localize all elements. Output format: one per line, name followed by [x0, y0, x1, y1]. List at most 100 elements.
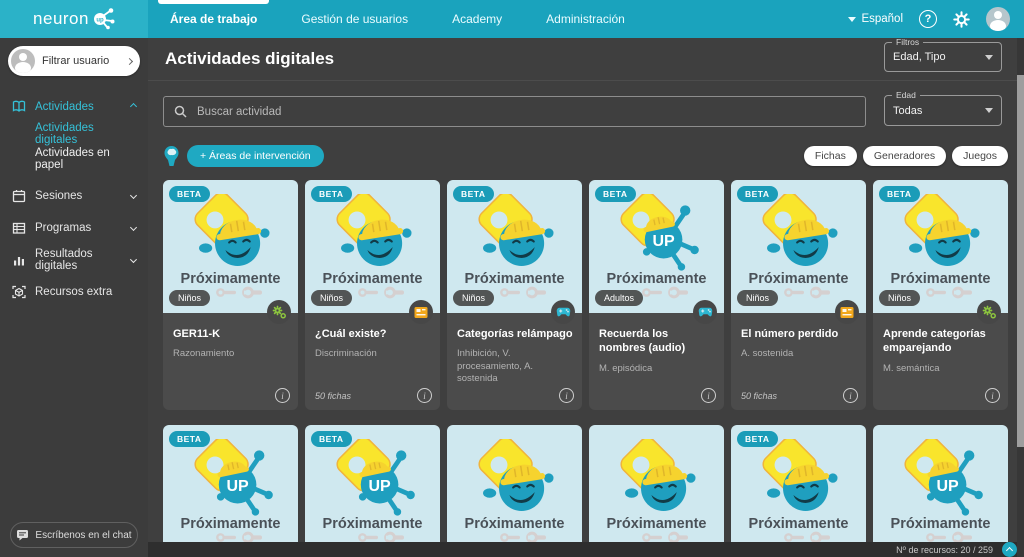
svg-text:up: up — [96, 18, 104, 24]
tab-area-de-trabajo[interactable]: Área de trabajo — [148, 0, 279, 38]
info-icon[interactable]: i — [559, 388, 574, 403]
card-info: Categorías relámpago Inhibición, V. proc… — [447, 313, 582, 410]
user-avatar[interactable] — [986, 7, 1010, 31]
scrollbar-thumb[interactable] — [1017, 75, 1024, 447]
mascot-face-illustration — [610, 439, 704, 524]
mascot-up-logo-illustration: UP — [610, 194, 704, 279]
tab-academy[interactable]: Academy — [430, 0, 524, 38]
activity-card[interactable]: BETA — [305, 425, 440, 557]
table-icon — [12, 221, 26, 235]
sidebar-item-recursos-extra[interactable]: Recursos extra — [0, 279, 148, 304]
logo[interactable]: neuron up — [0, 0, 148, 38]
cards-row-2: BETA — [163, 425, 1008, 557]
activity-card[interactable]: BETA — [163, 180, 298, 410]
search-bar — [163, 96, 866, 127]
fichas-button[interactable]: Fichas — [804, 146, 857, 166]
mascot-face-illustration — [894, 194, 988, 279]
activity-card[interactable]: UP Próximamente — [589, 425, 724, 557]
mascot-face-illustration — [752, 194, 846, 279]
help-icon[interactable]: ? — [919, 10, 937, 28]
svg-text:UP: UP — [936, 478, 959, 495]
activity-card[interactable]: UP Próximamente — [873, 425, 1008, 557]
activity-card[interactable]: BETA — [873, 180, 1008, 410]
card-image: BETA — [163, 180, 298, 313]
sidebar-item-resultados-digitales[interactable]: Resultados digitales — [0, 247, 148, 272]
svg-text:UP: UP — [368, 478, 391, 495]
activity-type-badge — [551, 300, 575, 324]
chat-bubble-icon — [16, 529, 29, 541]
mascot-up-logo-illustration: UP — [326, 439, 420, 524]
sidebar-item-sesiones[interactable]: Sesiones — [0, 183, 148, 208]
sidebar: Filtrar usuario Actividades Actividades … — [0, 38, 148, 557]
card-subtitle: A. sostenida — [741, 348, 857, 360]
logo-text: neuron — [33, 9, 89, 29]
filter-user-button[interactable]: Filtrar usuario — [8, 46, 140, 76]
info-icon[interactable]: i — [275, 388, 290, 403]
tab-administracion[interactable]: Administración — [524, 0, 647, 38]
card-title: Recuerda los nombres (audio) — [599, 327, 715, 356]
juegos-button[interactable]: Juegos — [952, 146, 1008, 166]
fichas-count: 50 fichas — [741, 391, 777, 401]
card-title: ¿Cuál existe? — [315, 327, 431, 341]
card-title: Aprende categorías emparejando — [883, 327, 999, 356]
tools-decoration-icon — [499, 285, 549, 305]
card-image: BETA — [305, 180, 440, 313]
generator-icon — [982, 305, 996, 319]
scroll-to-top-button[interactable] — [1002, 542, 1017, 557]
age-badge: Adultos — [595, 290, 643, 306]
caret-down-icon — [985, 108, 993, 113]
info-icon[interactable]: i — [843, 388, 858, 403]
activity-card[interactable]: BETA — [305, 180, 440, 410]
page-title: Actividades digitales — [165, 49, 334, 69]
info-icon[interactable]: i — [985, 388, 1000, 403]
scrollbar-track[interactable] — [1017, 38, 1024, 557]
logo-molecule-icon: up — [91, 8, 115, 30]
activity-card[interactable]: BETA — [163, 425, 298, 557]
header-actions: Español ? — [848, 0, 1024, 38]
sidebar-item-actividades[interactable]: Actividades — [0, 94, 148, 119]
top-header: neuron up Área de trabajo Gestión de usu… — [0, 0, 1024, 38]
sidebar-menu: Actividades Actividades digitales Activi… — [0, 94, 148, 304]
actions-row: + Áreas de intervención Fichas Generador… — [163, 144, 1008, 168]
card-subtitle: M. semántica — [883, 363, 999, 375]
card-image: BETA — [447, 180, 582, 313]
card-subtitle: Discriminación — [315, 348, 431, 360]
card-info: GER11-K Razonamiento i — [163, 313, 298, 410]
info-icon[interactable]: i — [417, 388, 432, 403]
activity-card[interactable]: BETA — [731, 180, 866, 410]
chat-button[interactable]: Escríbenos en el chat — [10, 522, 138, 548]
activity-card[interactable]: BETA — [731, 425, 866, 557]
areas-de-intervencion-button[interactable]: + Áreas de intervención — [187, 145, 324, 167]
sidebar-item-actividades-en-papel[interactable]: Actividades en papel — [0, 146, 148, 171]
activity-card[interactable]: BETA — [589, 180, 724, 410]
generadores-button[interactable]: Generadores — [863, 146, 946, 166]
chevron-right-icon — [126, 57, 133, 64]
card-title: GER11-K — [173, 327, 289, 341]
mascot-face-illustration — [468, 194, 562, 279]
activity-card[interactable]: BETA — [447, 180, 582, 410]
activity-type-badge — [835, 300, 859, 324]
info-icon[interactable]: i — [701, 388, 716, 403]
card-info: Aprende categorías emparejando M. semánt… — [873, 313, 1008, 410]
sidebar-item-actividades-digitales[interactable]: Actividades digitales — [0, 121, 148, 146]
brain-head-icon[interactable] — [163, 145, 180, 167]
sidebar-item-programas[interactable]: Programas — [0, 215, 148, 240]
edad-dropdown[interactable]: Edad Todas — [884, 95, 1002, 126]
main-content: Actividades digitales Filtros Edad, Tipo… — [148, 38, 1024, 557]
card-subtitle: Inhibición, V. procesamiento, A. sosteni… — [457, 348, 573, 385]
card-title: El número perdido — [741, 327, 857, 341]
gear-icon[interactable] — [953, 11, 970, 28]
worksheet-icon — [414, 306, 428, 319]
activity-card[interactable]: UP Próximamente — [447, 425, 582, 557]
activity-type-badge — [409, 300, 433, 324]
card-image: BETA — [731, 180, 866, 313]
search-icon — [174, 105, 187, 118]
card-info: El número perdido A. sostenida 50 fichas… — [731, 313, 866, 410]
search-input[interactable] — [195, 105, 855, 119]
generator-icon — [272, 305, 286, 319]
cards-row-1: BETA — [163, 180, 1008, 410]
language-selector[interactable]: Español — [848, 13, 903, 25]
svg-text:UP: UP — [226, 478, 249, 495]
filters-dropdown[interactable]: Filtros Edad, Tipo — [884, 42, 1002, 72]
tab-gestion-de-usuarios[interactable]: Gestión de usuarios — [279, 0, 430, 38]
